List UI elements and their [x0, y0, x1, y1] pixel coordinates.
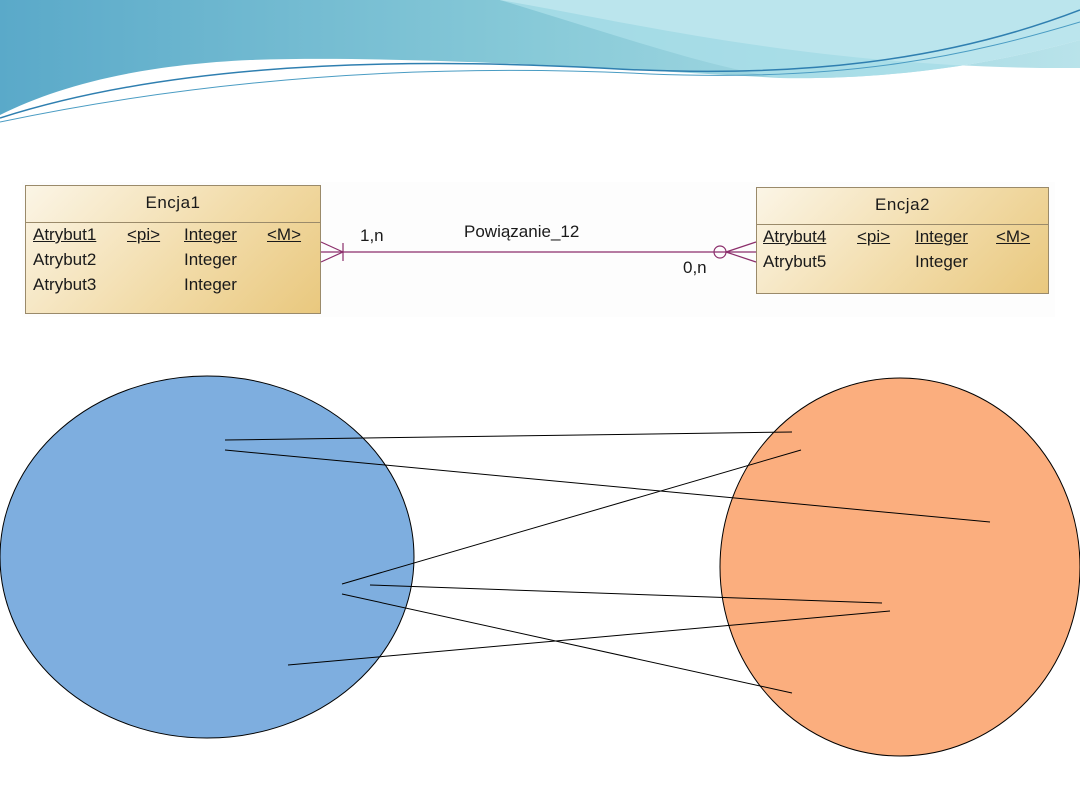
entity-encja1-title: Encja1 — [26, 186, 320, 223]
attribute-type: Integer — [184, 225, 237, 244]
mandatory-marker: <M> — [996, 227, 1031, 246]
attribute-name: Atrybut5 — [763, 252, 827, 271]
attribute-row: Atrybut2 Integer — [26, 248, 320, 273]
primary-identifier-marker: <pi> — [127, 225, 161, 244]
cardinality-left-label: 1,n — [360, 226, 384, 245]
mandatory-marker: <M> — [267, 225, 302, 244]
attribute-name: Atrybut4 — [763, 227, 827, 246]
er-diagram: Encja1 Atrybut1 <pi> Integer <M> Atrybut… — [22, 182, 1055, 317]
attribute-name: Atrybut3 — [33, 275, 97, 294]
attribute-type: Integer — [184, 275, 237, 294]
attribute-name: Atrybut2 — [33, 250, 97, 269]
attribute-type: Integer — [915, 252, 968, 271]
entity-encja2[interactable]: Encja2 Atrybut4 <pi> Integer <M> Atrybut… — [756, 187, 1049, 294]
attribute-row: Atrybut1 <pi> Integer <M> — [26, 223, 320, 248]
attribute-row: Atrybut4 <pi> Integer <M> — [757, 225, 1048, 250]
primary-identifier-marker: <pi> — [857, 227, 891, 246]
header-wave-decoration — [0, 0, 1080, 123]
attribute-type: Integer — [184, 250, 237, 269]
attribute-row: Atrybut3 Integer — [26, 273, 320, 298]
entity-encja2-title: Encja2 — [757, 188, 1048, 225]
attribute-type: Integer — [915, 227, 968, 246]
attribute-row: Atrybut5 Integer — [757, 250, 1048, 275]
set-left-circle — [0, 375, 415, 739]
set-mapping-diagram — [0, 375, 1080, 757]
entity-encja1[interactable]: Encja1 Atrybut1 <pi> Integer <M> Atrybut… — [25, 185, 321, 314]
cardinality-right-label: 0,n — [683, 258, 707, 277]
relationship-name-label: Powiązanie_12 — [464, 222, 580, 241]
set-right-circle — [719, 377, 1080, 757]
attribute-name: Atrybut1 — [33, 225, 97, 244]
